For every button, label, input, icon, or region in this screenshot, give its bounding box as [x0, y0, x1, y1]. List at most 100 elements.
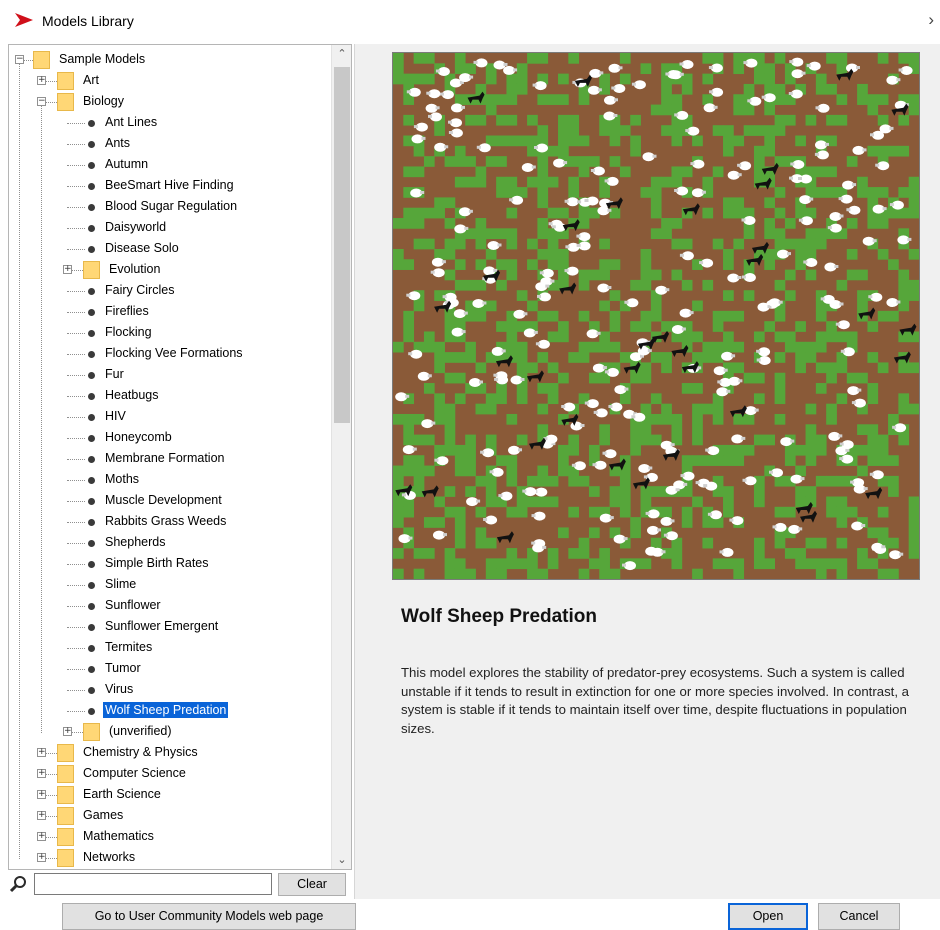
tree-item-evolution[interactable]: + Evolution	[9, 259, 331, 280]
tree-item-flocking[interactable]: Flocking	[9, 322, 331, 343]
close-icon[interactable]: ›	[928, 10, 934, 30]
model-bullet-icon	[88, 246, 95, 253]
model-bullet-icon	[88, 498, 95, 505]
expand-icon[interactable]: +	[63, 265, 72, 274]
model-description: This model explores the stability of pre…	[401, 665, 909, 736]
tree-item-tumor[interactable]: Tumor	[9, 658, 331, 679]
tree-item-label: Evolution	[109, 262, 161, 276]
tree-item-fireflies[interactable]: Fireflies	[9, 301, 331, 322]
tree-item-label: Games	[83, 808, 124, 822]
tree-item-sunflower-emergent[interactable]: Sunflower Emergent	[9, 616, 331, 637]
tree-connector-line	[67, 144, 85, 145]
tree-item-simple-birth-rates[interactable]: Simple Birth Rates	[9, 553, 331, 574]
search-input[interactable]	[34, 873, 272, 895]
tree-item-beesmart-hive-finding[interactable]: BeeSmart Hive Finding	[9, 175, 331, 196]
tree-item-shepherds[interactable]: Shepherds	[9, 532, 331, 553]
expand-icon[interactable]: +	[63, 727, 72, 736]
tree-item-muscle-development[interactable]: Muscle Development	[9, 490, 331, 511]
tree-item-label: Flocking Vee Formations	[105, 346, 243, 360]
model-bullet-icon	[88, 666, 95, 673]
tree-item-flocking-vee-formations[interactable]: Flocking Vee Formations	[9, 343, 331, 364]
tree-item-label: Mathematics	[83, 829, 154, 843]
tree-item-label: (unverified)	[109, 724, 172, 738]
collapse-icon[interactable]: −	[37, 97, 46, 106]
tree-item-ants[interactable]: Ants	[9, 133, 331, 154]
scroll-down-icon[interactable]: ⌄	[332, 851, 351, 869]
expand-icon[interactable]: +	[37, 76, 46, 85]
expand-icon[interactable]: +	[37, 811, 46, 820]
tree-item-virus[interactable]: Virus	[9, 679, 331, 700]
tree-item-fur[interactable]: Fur	[9, 364, 331, 385]
tree-item-membrane-formation[interactable]: Membrane Formation	[9, 448, 331, 469]
model-bullet-icon	[88, 393, 95, 400]
model-bullet-icon	[88, 456, 95, 463]
tree-connector-line	[67, 417, 85, 418]
expand-icon[interactable]: +	[37, 790, 46, 799]
expand-icon[interactable]: +	[37, 832, 46, 841]
tree-connector-line	[67, 291, 85, 292]
tree-connector-line	[67, 501, 85, 502]
tree-item-label: Ants	[105, 136, 131, 150]
tree-item-label: Blood Sugar Regulation	[105, 199, 238, 213]
tree-item-computer-science[interactable]: + Computer Science	[9, 763, 331, 784]
tree-item-networks[interactable]: + Networks	[9, 847, 331, 868]
tree-item-unverified[interactable]: + (unverified)	[9, 721, 331, 742]
tree-connector-line	[67, 228, 85, 229]
tree-item-biology[interactable]: − Biology	[9, 91, 331, 112]
tree-item-label: Moths	[105, 472, 140, 486]
tree-connector-line	[67, 480, 85, 481]
expand-icon[interactable]: +	[37, 853, 46, 862]
tree-item-fairy-circles[interactable]: Fairy Circles	[9, 280, 331, 301]
tree-item-honeycomb[interactable]: Honeycomb	[9, 427, 331, 448]
tree-connector-line	[67, 186, 85, 187]
tree-item-games[interactable]: + Games	[9, 805, 331, 826]
collapse-icon[interactable]: −	[15, 55, 24, 64]
tree-item-disease-solo[interactable]: Disease Solo	[9, 238, 331, 259]
tree-item-rabbits-grass-weeds[interactable]: Rabbits Grass Weeds	[9, 511, 331, 532]
expand-icon[interactable]: +	[37, 748, 46, 757]
tree-scrollbar[interactable]: ⌃ ⌄	[331, 45, 351, 869]
tree-item-chemistry-physics[interactable]: + Chemistry & Physics	[9, 742, 331, 763]
tree-item-label: Virus	[105, 682, 134, 696]
tree-item-label: Termites	[105, 640, 153, 654]
scroll-thumb[interactable]	[334, 67, 350, 423]
models-tree: − Sample Models + Art − Biology Ant Lines Ants A…	[9, 45, 331, 869]
folder-icon	[83, 723, 100, 741]
model-bullet-icon	[88, 645, 95, 652]
tree-item-label: Rabbits Grass Weeds	[105, 514, 227, 528]
tree-item-blood-sugar-regulation[interactable]: Blood Sugar Regulation	[9, 196, 331, 217]
tree-item-moths[interactable]: Moths	[9, 469, 331, 490]
tree-item-label: Shepherds	[105, 535, 166, 549]
tree-item-mathematics[interactable]: + Mathematics	[9, 826, 331, 847]
model-preview-image	[392, 52, 920, 580]
tree-item-label: Tumor	[105, 661, 141, 675]
folder-icon	[57, 765, 74, 783]
tree-item-autumn[interactable]: Autumn	[9, 154, 331, 175]
tree-item-ant-lines[interactable]: Ant Lines	[9, 112, 331, 133]
folder-icon	[57, 786, 74, 804]
expand-icon[interactable]: +	[37, 769, 46, 778]
tree-connector-line	[67, 648, 85, 649]
tree-connector-line	[67, 564, 85, 565]
tree-item-wolf-sheep-predation[interactable]: Wolf Sheep Predation	[9, 700, 331, 721]
tree-item-heatbugs[interactable]: Heatbugs	[9, 385, 331, 406]
tree-item-sunflower[interactable]: Sunflower	[9, 595, 331, 616]
tree-item-art[interactable]: + Art	[9, 70, 331, 91]
tree-item-sample-models[interactable]: − Sample Models	[9, 49, 331, 70]
model-bullet-icon	[88, 309, 95, 316]
open-button[interactable]: Open	[728, 903, 808, 930]
scroll-up-icon[interactable]: ⌃	[332, 45, 351, 63]
model-bullet-icon	[88, 225, 95, 232]
tree-item-slime[interactable]: Slime	[9, 574, 331, 595]
model-bullet-icon	[88, 288, 95, 295]
model-bullet-icon	[88, 141, 95, 148]
cancel-button[interactable]: Cancel	[818, 903, 900, 930]
clear-button[interactable]: Clear	[278, 873, 346, 896]
community-models-button[interactable]: Go to User Community Models web page	[62, 903, 356, 930]
tree-item-earth-science[interactable]: + Earth Science	[9, 784, 331, 805]
title-bar: Models Library ›	[0, 0, 940, 40]
tree-item-termites[interactable]: Termites	[9, 637, 331, 658]
tree-item-daisyworld[interactable]: Daisyworld	[9, 217, 331, 238]
model-bullet-icon	[88, 603, 95, 610]
tree-item-hiv[interactable]: HIV	[9, 406, 331, 427]
